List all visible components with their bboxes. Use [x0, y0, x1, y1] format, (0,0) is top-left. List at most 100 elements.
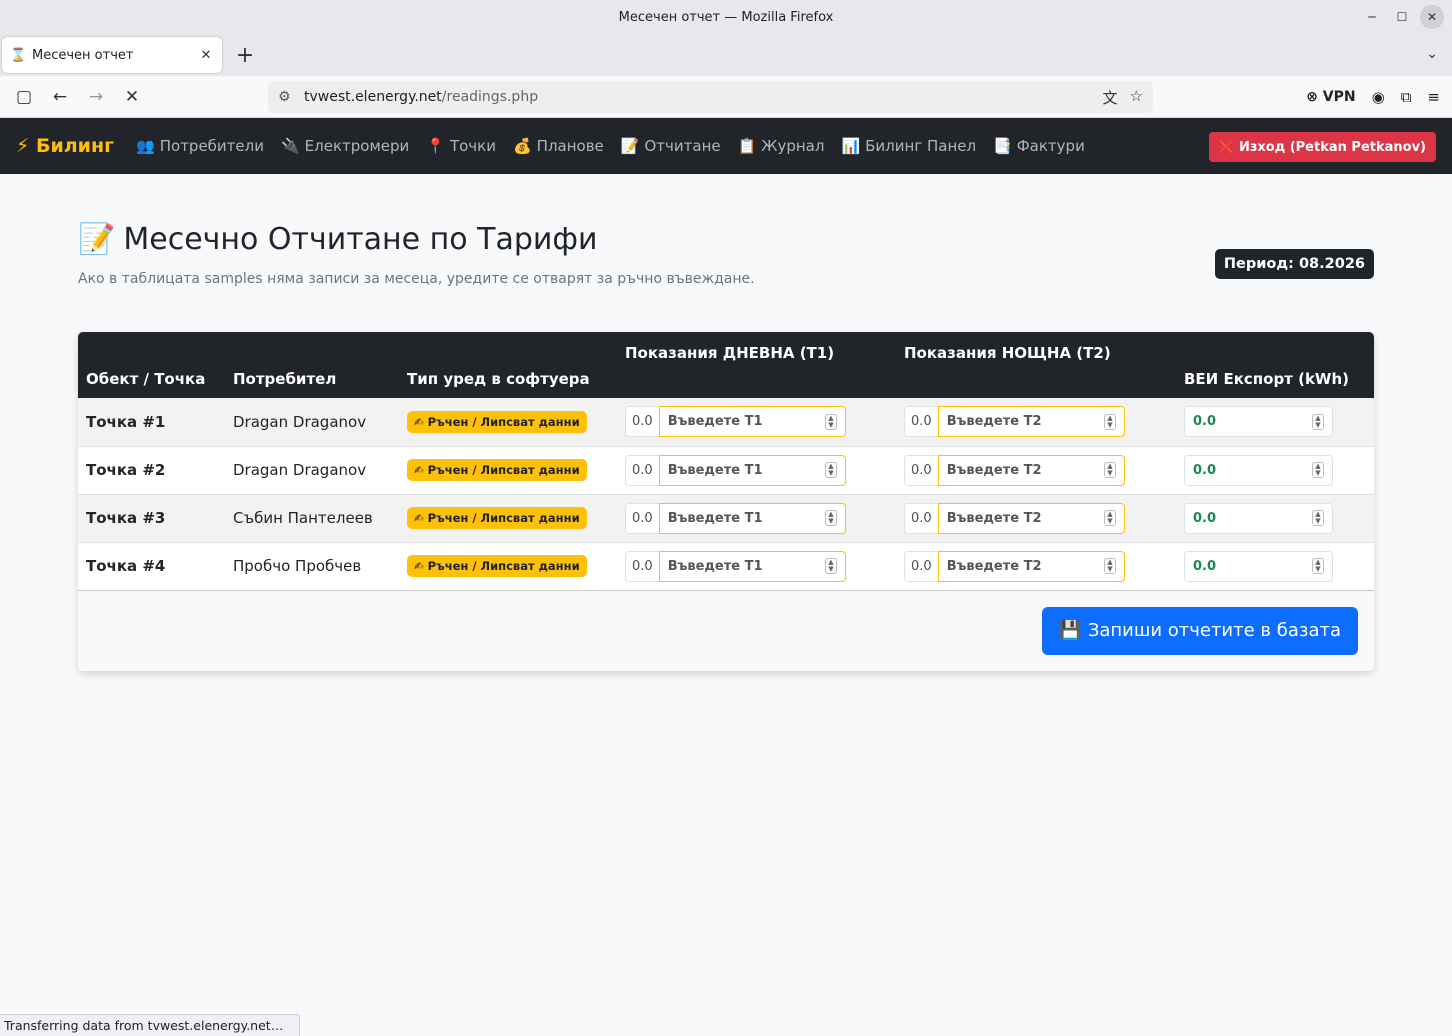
tab-close-icon[interactable]: ✕: [198, 48, 214, 63]
spinner-icon: ▲ ▼: [1312, 510, 1324, 526]
vpn-button[interactable]: ⊗ VPN: [1306, 89, 1355, 105]
url-bar[interactable]: ⚙ tvwest.elenergy.net/readings.php 文 ☆: [268, 81, 1153, 113]
t1-previous-value: 0.0: [625, 406, 659, 438]
menu-icon[interactable]: ≡: [1427, 88, 1440, 106]
point-name: Точка #3: [86, 509, 166, 527]
t2-input[interactable]: Въведете T2 ▲ ▼: [937, 502, 1125, 534]
t2-input[interactable]: Въведете T2 ▲ ▼: [937, 454, 1125, 486]
t1-input[interactable]: Въведете T1 ▲ ▼: [658, 406, 846, 438]
t2-previous-value: 0.0: [904, 454, 938, 486]
back-icon[interactable]: ←: [42, 87, 78, 107]
bookmark-star-icon[interactable]: ☆: [1130, 87, 1143, 108]
spinner-icon: ▲ ▼: [1312, 462, 1324, 478]
t2-input-group: 0.0 Въведете T2 ▲ ▼: [904, 550, 1125, 582]
save-readings-button[interactable]: 💾 Запиши отчетите в базата: [1042, 606, 1358, 655]
t1-previous-value: 0.0: [625, 454, 659, 486]
t2-input[interactable]: Въведете T2 ▲ ▼: [937, 550, 1125, 582]
card-footer: 💾 Запиши отчетите в базата: [78, 590, 1374, 671]
table-row: Точка #2 Dragan Draganov ✍ Ръчен / Липсва…: [78, 446, 1374, 494]
export-input[interactable]: 0.0 ▲ ▼: [1184, 406, 1333, 438]
browser-tab[interactable]: ⌛ Месечен отчет ✕: [2, 37, 222, 73]
new-tab-icon[interactable]: +: [232, 43, 258, 68]
minimize-icon[interactable]: ─: [1360, 5, 1384, 29]
point-name: Точка #2: [86, 461, 166, 479]
pin-icon: 📍: [426, 137, 445, 155]
consumer-name: Dragan Draganov: [233, 412, 367, 431]
header-t1: Показания ДНЕВНА (T1): [625, 344, 835, 362]
nav-invoices[interactable]: 📑 Фактури: [993, 137, 1085, 155]
pencil-icon: ✍: [414, 414, 424, 429]
consumer-name: Dragan Draganov: [233, 461, 367, 479]
spinner-icon: ▲ ▼: [1104, 510, 1116, 526]
memo-icon: 📝: [78, 222, 116, 257]
close-window-icon[interactable]: ✕: [1420, 5, 1444, 29]
url-text[interactable]: tvwest.elenergy.net/readings.php: [304, 89, 1103, 105]
t1-input[interactable]: Въведете T1 ▲ ▼: [658, 502, 846, 534]
translate-icon[interactable]: 文: [1103, 87, 1118, 108]
site-info-icon[interactable]: ⚙: [278, 89, 304, 105]
spinner-icon: ▲ ▼: [1104, 558, 1116, 574]
t2-previous-value: 0.0: [904, 550, 938, 582]
window-titlebar: Месечен отчет — Mozilla Firefox ─ ☐ ✕: [0, 0, 1452, 34]
table-row: Точка #3 Събин Пантелеев ✍ Ръчен / Липсва…: [78, 494, 1374, 542]
t1-previous-value: 0.0: [625, 502, 659, 534]
extensions-icon[interactable]: ⧉: [1401, 88, 1412, 106]
device-type-badge: ✍ Ръчен / Липсват данни: [407, 459, 587, 481]
pencil-icon: ✍: [414, 463, 424, 477]
spinner-icon: ▲ ▼: [1104, 413, 1116, 430]
nav-journal[interactable]: 📋 Журнал: [738, 137, 825, 155]
header-consumer: Потребител: [233, 370, 337, 388]
spinner-icon: ▲ ▼: [825, 413, 837, 430]
maximize-icon[interactable]: ☐: [1390, 5, 1414, 29]
t2-input-group: 0.0 Въведете T2 ▲ ▼: [904, 502, 1125, 534]
account-icon[interactable]: ◉: [1372, 88, 1385, 106]
pencil-icon: ✍: [414, 511, 424, 525]
logout-button[interactable]: ❌ Изход (Petkan Petkanov): [1208, 132, 1436, 162]
floppy-disk-icon: 💾: [1059, 620, 1082, 641]
browser-toolbar: ▢ ← → ✕ ⚙ tvwest.elenergy.net/readings.p…: [0, 76, 1452, 118]
money-bag-icon: 💰: [512, 137, 532, 155]
consumer-name: Пробчо Пробчев: [233, 557, 362, 575]
tab-title: Месечен отчет: [32, 47, 134, 63]
clipboard-icon: 📋: [737, 137, 757, 155]
hourglass-icon: ⌛: [10, 47, 27, 63]
spinner-icon: ▲ ▼: [825, 558, 837, 574]
sidebar-icon[interactable]: ▢: [6, 87, 42, 107]
nav-points[interactable]: 📍 Точки: [426, 137, 496, 155]
brand-logo[interactable]: ⚡ Билинг: [16, 135, 114, 157]
export-input[interactable]: 0.0 ▲ ▼: [1184, 454, 1333, 486]
invoice-icon: 📑: [993, 137, 1012, 155]
forward-icon[interactable]: →: [78, 87, 114, 107]
t1-previous-value: 0.0: [625, 550, 659, 582]
plug-icon: 🔌: [280, 137, 300, 155]
table-row: Точка #4 Пробчо Пробчев ✍ Ръчен / Липсват…: [78, 542, 1374, 590]
export-input[interactable]: 0.0 ▲ ▼: [1184, 550, 1333, 582]
header-type: Тип уред в софтуера: [407, 370, 590, 388]
t2-previous-value: 0.0: [904, 406, 938, 438]
t1-input-group: 0.0 Въведете T1 ▲ ▼: [625, 550, 846, 582]
device-type-badge: ✍ Ръчен / Липсват данни: [407, 555, 587, 577]
spinner-icon: ▲ ▼: [1312, 558, 1324, 574]
consumer-name: Събин Пантелеев: [233, 509, 373, 527]
spinner-icon: ▲ ▼: [1312, 413, 1324, 430]
page-title: 📝 Месечно Отчитане по Тарифи: [78, 222, 598, 257]
stop-loading-icon[interactable]: ✕: [114, 87, 150, 107]
nav-consumers[interactable]: 👥 Потребители: [136, 137, 264, 155]
point-name: Точка #4: [86, 557, 166, 575]
nav-billing-panel[interactable]: 📊 Билинг Панел: [841, 137, 976, 155]
readings-table: Обект / Точка Потребител Тип уред в софт…: [78, 332, 1374, 591]
nav-readings[interactable]: 📝 Отчитане: [621, 137, 721, 155]
spinner-icon: ▲ ▼: [825, 510, 837, 526]
header-export: ВЕИ Експорт (kWh): [1184, 370, 1350, 388]
header-point: Обект / Точка: [86, 370, 206, 388]
tab-list-chevron-icon[interactable]: ⌄: [1426, 46, 1438, 62]
export-input[interactable]: 0.0 ▲ ▼: [1184, 502, 1333, 534]
page-header: 📝 Месечно Отчитане по Тарифи Ако в табли…: [78, 222, 1374, 287]
nav-meters[interactable]: 🔌 Електромери: [281, 137, 409, 155]
t2-input-group: 0.0 Въведете T2 ▲ ▼: [904, 406, 1125, 438]
t2-input[interactable]: Въведете T2 ▲ ▼: [937, 406, 1125, 438]
t1-input[interactable]: Въведете T1 ▲ ▼: [658, 454, 846, 486]
t1-input[interactable]: Въведете T1 ▲ ▼: [658, 550, 846, 582]
t1-input-group: 0.0 Въведете T1 ▲ ▼: [625, 406, 846, 438]
nav-plans[interactable]: 💰 Планове: [513, 137, 604, 155]
